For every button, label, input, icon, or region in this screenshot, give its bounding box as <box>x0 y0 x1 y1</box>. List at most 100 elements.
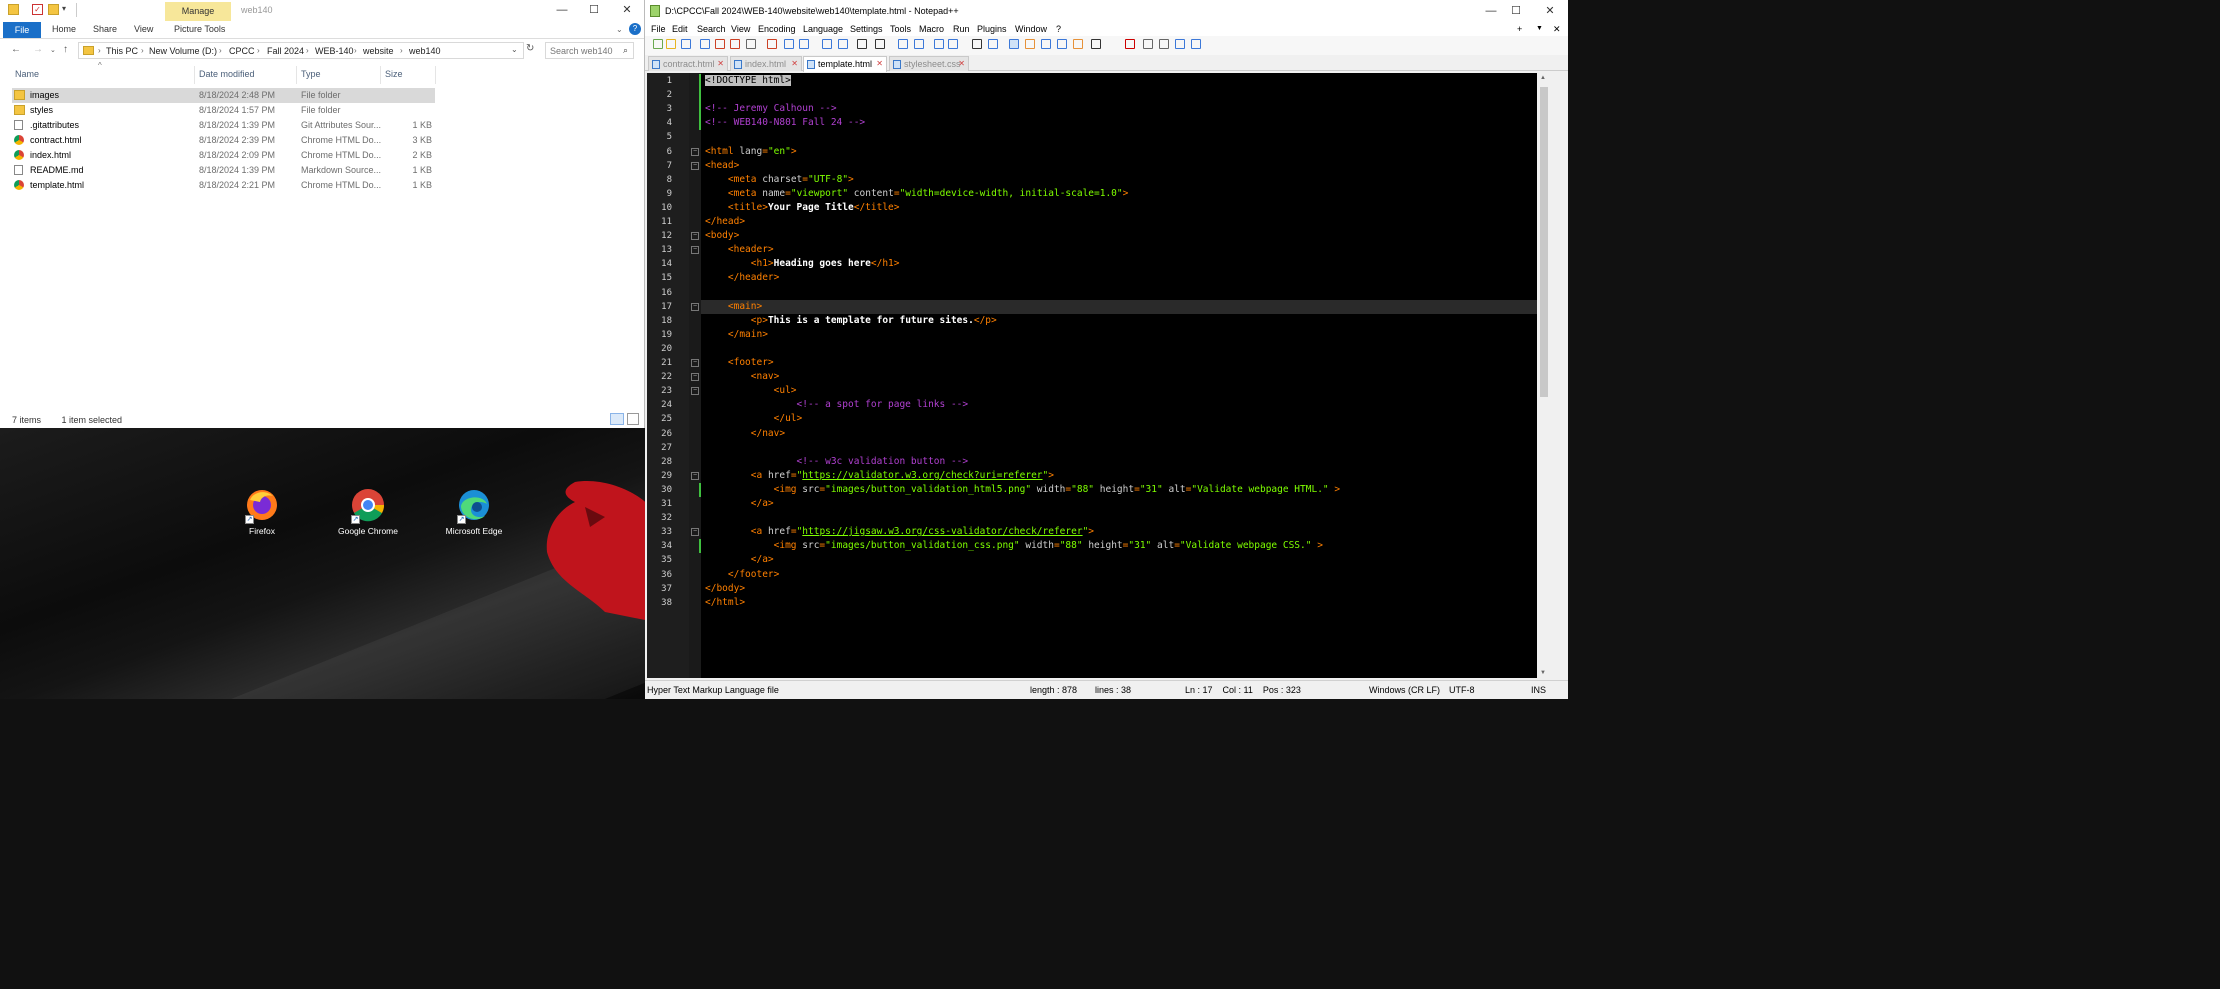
code-line[interactable]: </head> <box>701 215 1551 229</box>
close-tab-icon[interactable]: ✕ <box>876 59 883 68</box>
menu-tools[interactable]: Tools <box>890 24 911 34</box>
code-line[interactable]: <footer> <box>701 356 1551 370</box>
code-line[interactable] <box>701 511 1551 525</box>
undo-icon[interactable] <box>822 39 832 49</box>
sync-h-icon[interactable] <box>948 39 958 49</box>
code-line[interactable]: <title>Your Page Title</title> <box>701 201 1551 215</box>
copy-icon[interactable] <box>784 39 794 49</box>
indent-guide-icon[interactable] <box>1009 39 1019 49</box>
desktop-icon-firefox[interactable]: ↗ Firefox <box>230 488 294 537</box>
udl-icon[interactable] <box>1025 39 1035 49</box>
code-line[interactable]: <meta name="viewport" content="width=dev… <box>701 187 1551 201</box>
stop-macro-icon[interactable] <box>1143 39 1153 49</box>
paste-icon[interactable] <box>799 39 809 49</box>
customize-quick-access-icon[interactable]: ▾ <box>62 4 73 15</box>
help-icon[interactable]: ? <box>629 23 641 35</box>
close-button[interactable]: ✕ <box>613 2 641 19</box>
minimize-button[interactable]: — <box>1477 3 1505 20</box>
breadcrumb-website[interactable]: website <box>363 46 394 56</box>
scrollbar-thumb[interactable] <box>1540 87 1548 397</box>
code-line[interactable]: <ul> <box>701 384 1551 398</box>
code-editor[interactable]: 1 2 3 4 5 6 7 8 9 10 11 12 13 14 15 16 17 18 19 20 21 22 23 24 2… <box>647 73 1551 678</box>
close-document-button[interactable]: ✕ <box>1553 24 1561 35</box>
code-line[interactable] <box>701 441 1551 455</box>
menu-help[interactable]: ? <box>1056 24 1061 34</box>
code-line[interactable]: <img src="images/button_validation_css.p… <box>701 539 1551 553</box>
fold-toggle-icon[interactable]: − <box>691 528 699 537</box>
encoding-status[interactable]: UTF-8 <box>1449 685 1475 695</box>
tab-contract-html[interactable]: contract.html ✕ <box>648 56 728 71</box>
code-line[interactable]: </footer> <box>701 568 1551 582</box>
code-line[interactable] <box>701 286 1551 300</box>
column-divider[interactable] <box>380 66 381 84</box>
play-macro-icon[interactable] <box>1159 39 1169 49</box>
column-type[interactable]: Type <box>301 69 321 79</box>
menu-view[interactable]: View <box>731 24 750 34</box>
record-macro-icon[interactable] <box>1125 39 1135 49</box>
fold-toggle-icon[interactable]: − <box>691 302 699 311</box>
code-line[interactable]: <head> <box>701 159 1551 173</box>
code-line[interactable]: </main> <box>701 328 1551 342</box>
recent-locations-icon[interactable]: ⌄ <box>50 46 56 54</box>
code-line[interactable]: <h1>Heading goes here</h1> <box>701 257 1551 271</box>
tab-template-html[interactable]: template.html ✕ <box>803 56 887 72</box>
scroll-down-icon[interactable]: ▼ <box>1540 670 1546 676</box>
code-line[interactable]: <!-- a spot for page links --> <box>701 398 1551 412</box>
code-line[interactable] <box>701 342 1551 356</box>
large-icons-view-icon[interactable] <box>627 413 639 425</box>
fold-toggle-icon[interactable]: − <box>691 246 699 255</box>
sync-v-icon[interactable] <box>934 39 944 49</box>
breadcrumb-web140[interactable]: web140 <box>409 46 441 56</box>
file-row[interactable]: README.md 8/18/2024 1:39 PM Markdown Sourc… <box>12 163 435 178</box>
replace-icon[interactable] <box>875 39 885 49</box>
find-icon[interactable] <box>857 39 867 49</box>
close-tab-icon[interactable]: ✕ <box>791 59 798 68</box>
search-input[interactable]: Search web140 ⌕ <box>545 42 634 59</box>
code-line[interactable]: <header> <box>701 243 1551 257</box>
file-row[interactable]: contract.html 8/18/2024 2:39 PM Chrome HTM… <box>12 133 435 148</box>
code-line[interactable]: <main> <box>701 299 1551 314</box>
scroll-up-icon[interactable]: ▲ <box>1540 75 1546 81</box>
column-size[interactable]: Size <box>385 69 403 79</box>
breadcrumb-web-140[interactable]: WEB-140 <box>315 46 354 56</box>
run-macro-icon[interactable] <box>1175 39 1185 49</box>
save-all-icon[interactable] <box>700 39 710 49</box>
cut-icon[interactable] <box>767 39 777 49</box>
menu-encoding[interactable]: Encoding <box>758 24 796 34</box>
file-row[interactable]: template.html 8/18/2024 2:21 PM Chrome HTM… <box>12 178 435 193</box>
column-name[interactable]: Name <box>15 69 39 79</box>
close-all-icon[interactable] <box>730 39 740 49</box>
tab-stylesheet-css[interactable]: stylesheet.css ✕ <box>889 56 969 71</box>
tab-view[interactable]: View <box>134 24 153 34</box>
column-divider[interactable] <box>194 66 195 84</box>
new-file-icon[interactable] <box>653 39 663 49</box>
code-line[interactable]: <img src="images/button_validation_html5… <box>701 483 1551 497</box>
breadcrumb-this-pc[interactable]: This PC <box>106 46 138 56</box>
zoom-out-icon[interactable] <box>914 39 924 49</box>
new-tab-button[interactable]: + <box>1517 24 1522 34</box>
tab-index-html[interactable]: index.html ✕ <box>730 56 802 71</box>
fold-toggle-icon[interactable]: − <box>691 373 699 382</box>
breadcrumb-volume[interactable]: New Volume (D:) <box>149 46 217 56</box>
breadcrumb-cpcc[interactable]: CPCC <box>229 46 255 56</box>
column-divider[interactable] <box>435 66 436 84</box>
code-line[interactable]: <nav> <box>701 370 1551 384</box>
print-icon[interactable] <box>746 39 756 49</box>
menu-edit[interactable]: Edit <box>672 24 688 34</box>
close-icon[interactable] <box>715 39 725 49</box>
menu-settings[interactable]: Settings <box>850 24 883 34</box>
desktop-icon-chrome[interactable]: ↗ Google Chrome <box>336 488 400 537</box>
properties-icon[interactable]: ✓ <box>32 4 43 15</box>
close-tab-icon[interactable]: ✕ <box>958 59 965 68</box>
tab-share[interactable]: Share <box>93 24 117 34</box>
code-line[interactable]: <!-- Jeremy Calhoun --> <box>701 102 1551 116</box>
fold-margin[interactable]: − − − − − − − − − − <box>689 73 701 678</box>
folder-workspace-icon[interactable] <box>1073 39 1083 49</box>
file-row[interactable]: images 8/18/2024 2:48 PM File folder <box>12 88 435 103</box>
code-line[interactable]: <a href="https://validator.w3.org/check?… <box>701 469 1551 483</box>
code-line[interactable]: </a> <box>701 553 1551 567</box>
tab-list-button[interactable]: ▼ <box>1536 25 1543 32</box>
code-line[interactable] <box>701 88 1551 102</box>
code-line[interactable]: <!-- WEB140-N801 Fall 24 --> <box>701 116 1551 130</box>
menu-macro[interactable]: Macro <box>919 24 944 34</box>
